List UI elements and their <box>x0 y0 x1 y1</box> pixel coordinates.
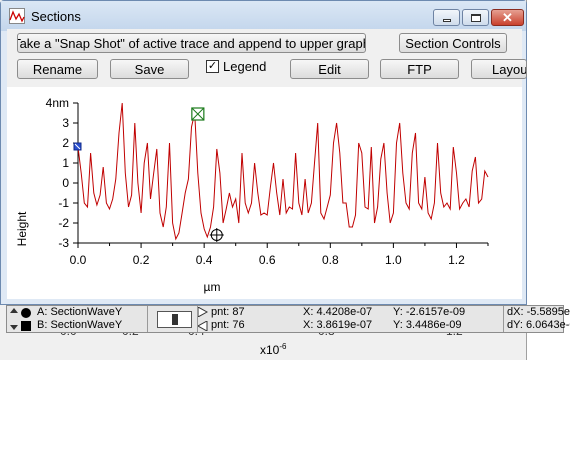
cursor-a-point: pnt: 87 <box>211 306 245 318</box>
y-axis-title: Height <box>15 211 29 246</box>
multiplier-base: x10 <box>260 343 280 357</box>
cursor-a-circle-icon[interactable] <box>21 308 31 318</box>
section-controls-button[interactable]: Section Controls <box>399 33 507 53</box>
x-tick-label: 1.2 <box>448 253 465 267</box>
save-button[interactable]: Save <box>110 59 189 79</box>
triangle-right-icon <box>198 307 208 317</box>
ftp-button[interactable]: FTP <box>380 59 459 79</box>
height-trace <box>77 102 489 241</box>
cursor-b-point: pnt: 76 <box>211 319 245 331</box>
cursor-slider[interactable] <box>157 311 192 328</box>
sections-window: Sections ✕ Take a "Snap Shot" of active … <box>0 0 527 305</box>
close-icon: ✕ <box>502 10 513 25</box>
cursor-info-bar: A: SectionWaveY B: SectionWaveY pnt: 87 … <box>6 305 570 333</box>
edit-button[interactable]: Edit <box>290 59 369 79</box>
title-bar[interactable]: Sections ✕ <box>1 1 526 31</box>
bg-axis-multiplier: x10-6 <box>260 342 286 357</box>
rename-button[interactable]: Rename <box>17 59 98 79</box>
graph-app-icon <box>9 8 25 24</box>
slider-knob[interactable] <box>172 314 178 325</box>
cursor-b-trace-label: B: SectionWaveY <box>37 319 123 331</box>
delta-y: dY: 6.0643e-09 <box>507 319 570 331</box>
separator <box>147 306 148 332</box>
maximize-button[interactable] <box>462 9 489 26</box>
legend-checkbox-label: Legend <box>223 59 267 74</box>
x-tick-label: 0.4 <box>196 253 213 267</box>
x-tick-label: 1.0 <box>385 253 402 267</box>
y-tick-label: 1 <box>62 156 69 170</box>
close-button[interactable]: ✕ <box>491 9 524 26</box>
cursor-a-x: X: 4.4208e-07 <box>303 306 373 318</box>
triangle-left-icon <box>198 321 208 331</box>
snapshot-button[interactable]: Take a "Snap Shot" of active trace and a… <box>17 33 366 53</box>
minimize-button[interactable] <box>433 9 460 26</box>
x-tick-label: 0.0 <box>70 253 87 267</box>
y-tick-label: 2 <box>62 136 69 150</box>
y-tick-label: 4nm <box>46 96 69 110</box>
minimize-icon <box>442 18 451 22</box>
x-tick-label: 0.8 <box>322 253 339 267</box>
window-title: Sections <box>31 9 81 24</box>
scroll-down-icon[interactable] <box>10 325 18 330</box>
cursor-b-x: X: 3.8619e-07 <box>303 319 373 331</box>
y-tick-label: 0 <box>62 176 69 190</box>
delta-x: dX: -5.5895e-08 <box>507 306 570 318</box>
section-chart[interactable]: 4nm 3 2 1 0 -1 -2 -30.0 0.2 0.4 0.6 0.8 1.0 1.2 µm Heig… <box>7 87 522 299</box>
cursor-a-trace-label: A: SectionWaveY <box>37 306 123 318</box>
cursor-b-square-icon[interactable] <box>21 321 31 331</box>
separator <box>503 306 504 332</box>
y-tick-label: 3 <box>62 116 69 130</box>
legend-checkbox[interactable]: ✓ <box>206 60 219 73</box>
x-axis-title: µm <box>204 280 221 294</box>
x-tick-label: 0.6 <box>259 253 276 267</box>
maximize-icon <box>470 13 481 22</box>
cursor-b-y: Y: 3.4486e-09 <box>393 319 462 331</box>
window-content: Take a "Snap Shot" of active trace and a… <box>7 29 527 299</box>
multiplier-exponent: -6 <box>279 342 287 351</box>
y-tick-label: -2 <box>58 216 69 230</box>
scroll-up-icon[interactable] <box>10 308 18 313</box>
cursor-a-y: Y: -2.6157e-09 <box>393 306 466 318</box>
y-tick-label: -1 <box>58 196 69 210</box>
y-tick-label: -3 <box>58 236 69 250</box>
section-plot[interactable]: 4nm 3 2 1 0 -1 -2 -3 0.0 0.2 0.4 0.6 0.8 1.0 1.2 µm Heig… <box>7 87 522 299</box>
layout-button[interactable]: Layou <box>471 59 527 79</box>
x-tick-label: 0.2 <box>133 253 150 267</box>
